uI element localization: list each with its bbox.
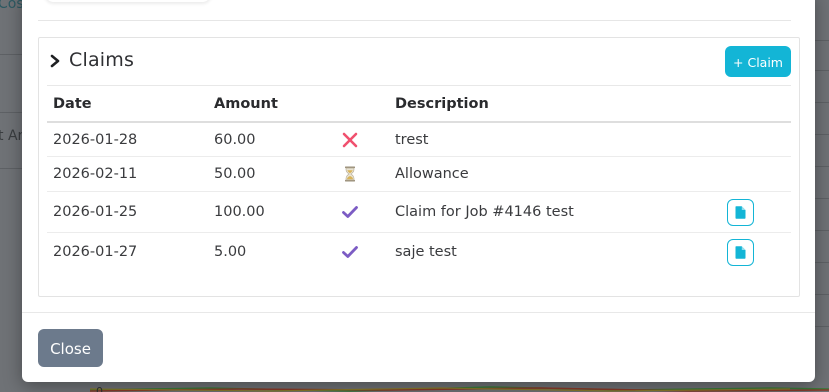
table-row[interactable]: 2026-01-27 5.00 saje test bbox=[47, 233, 791, 272]
document-icon bbox=[735, 245, 746, 259]
claim-date: 2026-02-11 bbox=[47, 156, 208, 192]
claim-amount: 5.00 bbox=[214, 244, 247, 260]
claims-table: Date Amount Description 2026-01-28 60.00 bbox=[47, 85, 791, 271]
claims-modal: Claims + Claim Date Amount Description 2… bbox=[22, 0, 815, 382]
background-right-edge bbox=[815, 0, 829, 392]
hourglass-icon bbox=[345, 166, 355, 182]
document-column-header bbox=[721, 85, 791, 123]
claim-document-cell bbox=[721, 191, 791, 233]
claim-amount: 100.00 bbox=[208, 191, 335, 233]
claim-description: Allowance bbox=[389, 156, 721, 192]
table-row[interactable]: 2026-01-25 100.00 Claim for Job #4146 te… bbox=[47, 191, 791, 233]
close-button[interactable]: Close bbox=[38, 329, 103, 367]
background-divider bbox=[0, 112, 22, 113]
status-column-header bbox=[335, 85, 389, 123]
claim-document-cell bbox=[721, 122, 791, 157]
claim-status bbox=[335, 191, 389, 233]
document-icon bbox=[735, 205, 746, 219]
claim-date: 2026-01-28 bbox=[47, 122, 208, 157]
description-column-header[interactable]: Description bbox=[389, 85, 721, 123]
background-text-fragment: t Ar bbox=[0, 128, 24, 144]
check-icon bbox=[342, 206, 358, 218]
claim-date: 2026-01-25 bbox=[47, 191, 208, 233]
check-icon bbox=[342, 246, 358, 258]
claim-status bbox=[335, 122, 389, 157]
claim-amount: 50.00 bbox=[208, 156, 335, 192]
modal-top-element bbox=[44, 0, 212, 2]
add-claim-button[interactable]: + Claim bbox=[725, 46, 791, 77]
background-link-fragment: Cos bbox=[0, 0, 24, 12]
claim-description: saje test bbox=[395, 244, 457, 260]
cross-icon bbox=[342, 132, 358, 147]
claim-status bbox=[335, 233, 389, 272]
claim-document-cell bbox=[721, 233, 791, 272]
claims-card-header: Claims + Claim bbox=[39, 38, 799, 84]
background-divider bbox=[0, 168, 22, 169]
background-chart-lines bbox=[90, 386, 829, 392]
background-divider bbox=[0, 54, 22, 55]
claim-date: 2026-01-27 bbox=[53, 244, 138, 260]
modal-top-divider bbox=[38, 20, 791, 21]
claim-description: Claim for Job #4146 test bbox=[389, 191, 721, 233]
view-document-button[interactable] bbox=[727, 198, 754, 226]
amount-column-header[interactable]: Amount bbox=[208, 85, 335, 123]
table-row[interactable]: 2026-01-28 60.00 trest bbox=[47, 122, 791, 157]
chevron-right-icon[interactable] bbox=[49, 53, 61, 69]
claims-card: Claims + Claim Date Amount Description 2… bbox=[38, 37, 800, 297]
date-column-header[interactable]: Date bbox=[47, 85, 208, 123]
table-header-row: Date Amount Description bbox=[47, 85, 791, 123]
table-row[interactable]: 2026-02-11 50.00 Allowance bbox=[47, 156, 791, 192]
view-document-button[interactable] bbox=[727, 238, 754, 266]
claim-amount: 60.00 bbox=[208, 122, 335, 157]
claim-status bbox=[335, 156, 389, 192]
claims-title: Claims bbox=[69, 49, 135, 71]
claim-document-cell bbox=[721, 156, 791, 192]
claim-description: trest bbox=[389, 122, 721, 157]
modal-footer-divider bbox=[22, 312, 815, 313]
background-chart-zero: 0 bbox=[96, 385, 103, 392]
